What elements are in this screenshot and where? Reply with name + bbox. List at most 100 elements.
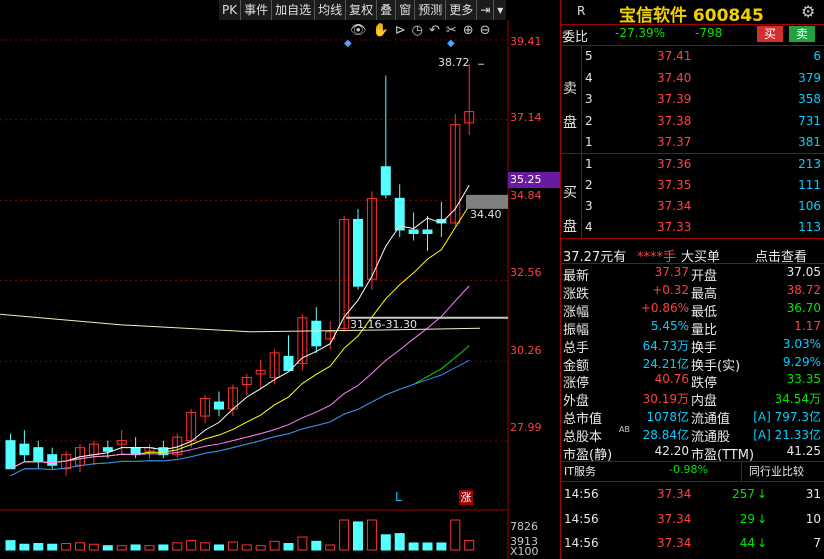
order-price: 37.41	[657, 49, 692, 63]
volume-axis-high: 7826	[510, 520, 538, 533]
order-volume: 106	[798, 199, 821, 213]
diamond-marker-icon: ◆	[447, 38, 455, 49]
volume-bar	[19, 543, 30, 551]
tick-price: 37.34	[657, 487, 692, 501]
order-price: 37.39	[657, 92, 692, 106]
sell-level-row[interactable]: 1 37.37 381	[561, 135, 824, 153]
weibi-label: 委比	[562, 30, 589, 45]
add-watchlist-button[interactable]: 加自选	[272, 0, 316, 20]
stat-label: 流通股	[691, 430, 731, 446]
order-price: 37.38	[657, 113, 692, 128]
volume-bar	[353, 521, 363, 551]
volume-bar	[5, 540, 16, 551]
stat-label: 涨停	[563, 376, 590, 392]
level-annotation: 34.40	[470, 208, 502, 221]
stat-label: 涨幅	[563, 304, 590, 320]
stat-value: +0.86%	[640, 300, 689, 315]
order-volume: 111	[798, 178, 821, 192]
ma-button[interactable]: 均线	[315, 0, 347, 20]
stat-value: 41.25	[786, 444, 821, 458]
volume-bar	[394, 533, 405, 551]
stat-value: 3.03%	[782, 336, 821, 351]
volume-bar	[47, 543, 58, 551]
stat-label: 总市值	[563, 412, 603, 428]
level-number: 4	[585, 70, 593, 85]
expand-icon[interactable]: ⇥	[477, 0, 495, 20]
ma10-line	[10, 205, 470, 470]
sell-level-row[interactable]: 5 37.41 6	[561, 49, 824, 67]
stat-label: 涨跌	[563, 286, 590, 302]
hand-icon[interactable]: ✋	[373, 23, 389, 39]
window-button[interactable]: 窗	[396, 0, 416, 20]
stat-label: 总手	[563, 340, 590, 356]
stat-row: 市盈(静) 42.20 市盈(TTM) 41.25	[561, 444, 824, 463]
events-button[interactable]: 事件	[241, 0, 273, 20]
stat-label: 市盈(静)	[563, 448, 613, 463]
order-volume: 731	[798, 113, 821, 128]
stat-label: 换手(实)	[691, 358, 741, 374]
stat-label: 跌停	[691, 376, 718, 392]
clock-icon[interactable]: ◷	[412, 23, 423, 39]
tick-count: 7	[813, 536, 821, 550]
volume-bar	[325, 544, 336, 551]
volume-bar	[311, 540, 322, 551]
r-label: R	[577, 4, 586, 18]
tick-price: 37.34	[657, 536, 692, 550]
adjust-button[interactable]: 复权	[346, 0, 378, 20]
tick-time: 14:56	[564, 536, 599, 550]
buy-level-row[interactable]: 4 37.33 113	[561, 220, 824, 238]
marker-zhang[interactable]: 涨	[459, 490, 473, 505]
stat-value: 9.29%	[782, 354, 821, 369]
gear-icon[interactable]: ⚙	[801, 2, 815, 21]
buy-level-row[interactable]: 1 37.36 213	[561, 157, 824, 175]
forecast-button[interactable]: 预测	[415, 0, 447, 20]
overlay-button[interactable]: 叠	[377, 0, 397, 20]
volume-bar	[255, 545, 266, 551]
undo-icon[interactable]: ↶	[429, 23, 440, 39]
zoom-out-icon[interactable]: ⊖	[480, 23, 491, 39]
volume-bar	[158, 544, 169, 551]
ma30-line	[10, 345, 470, 477]
stat-value: 1.17	[794, 318, 821, 333]
weibi-row: 委比 -27.39% -798 买 卖	[561, 26, 824, 45]
stat-value: 1078亿	[646, 410, 689, 425]
candle-body	[394, 197, 405, 231]
dropdown-icon[interactable]: ▾	[494, 0, 507, 20]
pk-button[interactable]: PK	[219, 0, 242, 20]
zoom-in-icon[interactable]: ⊕	[463, 23, 474, 39]
buy-level-row[interactable]: 2 37.35 111	[561, 178, 824, 196]
buy-level-row[interactable]: 3 37.34 106	[561, 199, 824, 217]
sell-level-row[interactable]: 2 37.38 731	[561, 114, 824, 132]
tick-time: 14:56	[564, 487, 599, 501]
sell-level-row[interactable]: 4 37.40 379	[561, 71, 824, 89]
volume-bar	[366, 519, 377, 551]
kline-chart[interactable]	[0, 20, 510, 559]
level-number: 1	[585, 135, 593, 149]
sector-compare-button[interactable]: 同行业比较	[749, 463, 804, 479]
scissors-icon[interactable]: ✂	[446, 23, 457, 39]
sell-button[interactable]: 卖	[789, 26, 815, 42]
price-axis-label: 32.56	[510, 266, 542, 279]
chart-tools: 👁 ✋ ⊳ ◷ ↶ ✂ ⊕ ⊖	[350, 23, 491, 39]
sell-level-row[interactable]: 3 37.39 358	[561, 92, 824, 110]
down-arrow-icon: ↓	[756, 511, 767, 526]
play-icon[interactable]: ⊳	[395, 23, 406, 39]
stat-label: 金额	[563, 358, 590, 374]
stat-label: 最新	[563, 269, 590, 284]
volume-bar	[269, 540, 280, 551]
eye-icon[interactable]: 👁	[350, 23, 367, 39]
stat-value: [A] 797.3亿	[753, 410, 821, 425]
chart-toolbar: PK 事件 加自选 均线 复权 叠 窗 预测 更多 ⇥ ▾	[219, 0, 507, 20]
stat-row: 总市值 1078亿 流通值 [A] 797.3亿	[561, 408, 824, 428]
more-button[interactable]: 更多	[446, 0, 478, 20]
volume-bar	[75, 542, 85, 551]
level-number: 2	[585, 113, 593, 128]
sector-name[interactable]: IT服务	[564, 463, 596, 479]
tick-row: 14:56 37.34 257 ↓ 31	[561, 487, 824, 505]
level-number: 3	[585, 199, 593, 213]
order-volume: 213	[798, 157, 821, 171]
stat-value: 24.21亿	[642, 356, 689, 371]
down-arrow-icon: ↓	[756, 536, 767, 550]
buy-button[interactable]: 买	[757, 26, 783, 42]
stat-label: 换手	[691, 340, 718, 356]
